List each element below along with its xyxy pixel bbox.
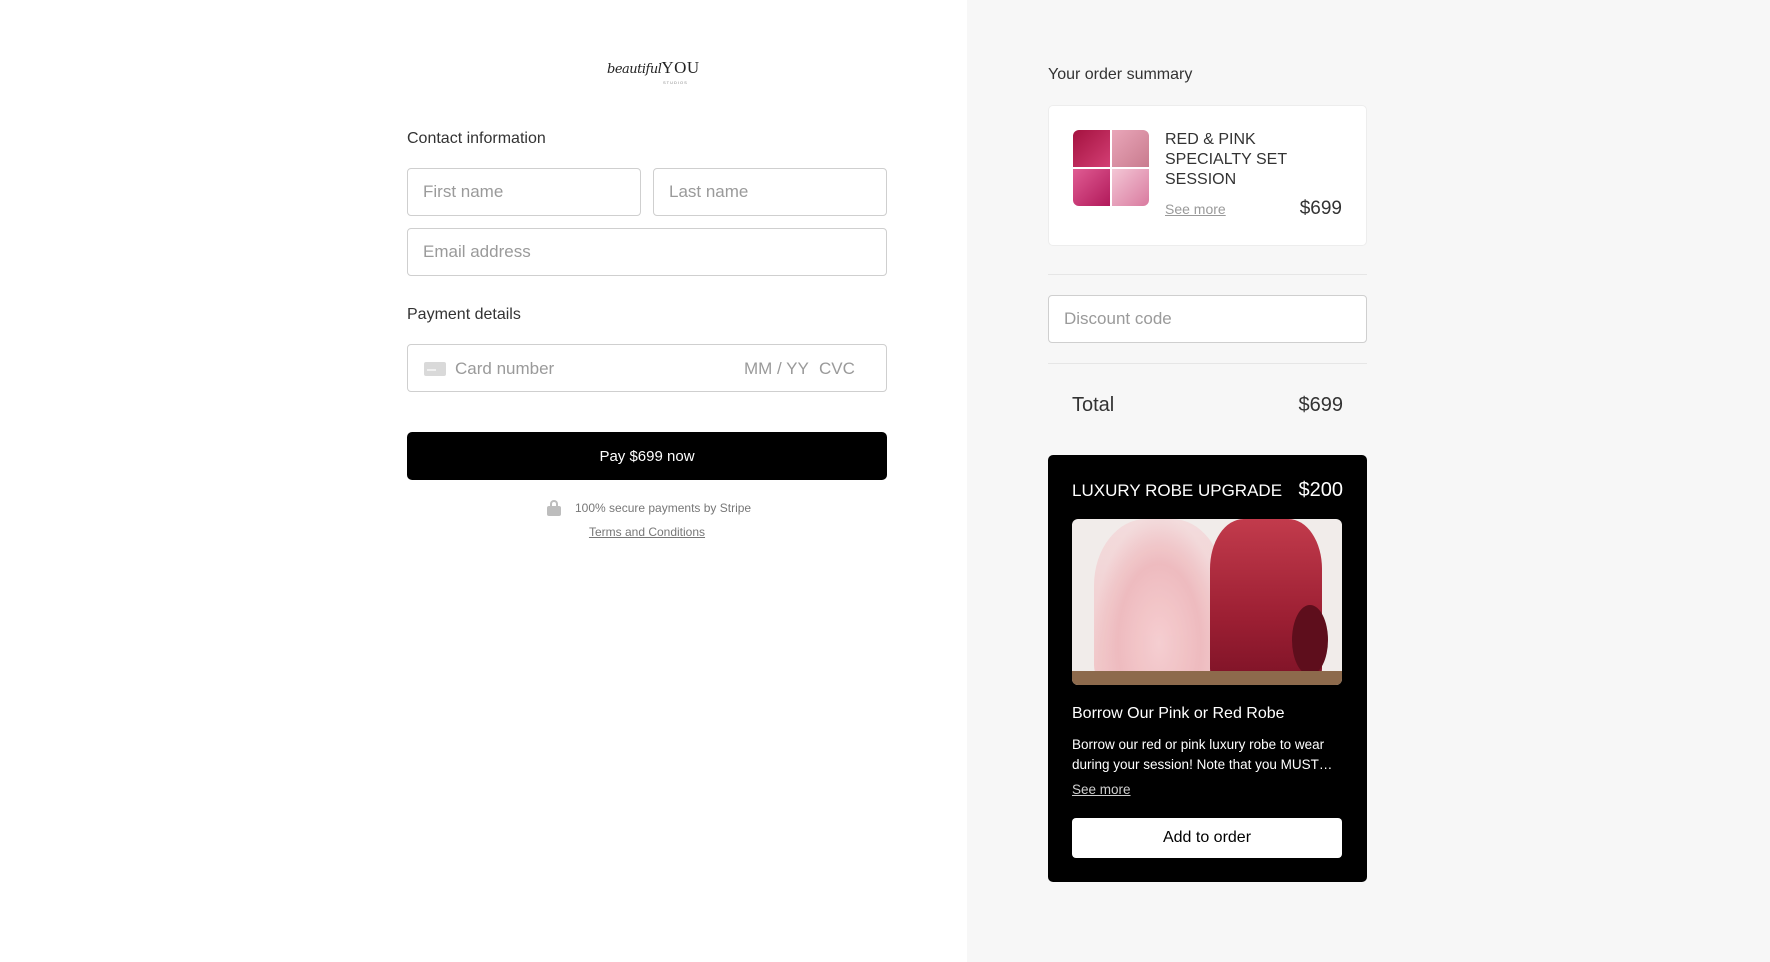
upsell-price: $200	[1298, 479, 1344, 501]
item-name: RED & PINK SPECIALTY SET SESSION	[1165, 131, 1287, 188]
upsell-description: Borrow our red or pink luxury robe to we…	[1072, 737, 1333, 772]
order-item-card: RED & PINK SPECIALTY SET SESSION See mor…	[1048, 105, 1367, 246]
total-value: $699	[1298, 394, 1344, 416]
add-to-order-button[interactable]: Add to order	[1072, 818, 1342, 858]
red-robe-shape	[1210, 519, 1328, 685]
logo-script-text: beautiful	[607, 62, 662, 77]
item-price: $699	[1299, 198, 1342, 219]
terms-and-conditions-link[interactable]: Terms and Conditions	[407, 525, 887, 539]
item-thumbnail	[1073, 130, 1149, 206]
upsell-see-more-link[interactable]: See more	[1072, 782, 1131, 797]
robe-image	[1072, 519, 1342, 685]
card-number-placeholder[interactable]: Card number	[455, 359, 554, 379]
logo-subtitle: STUDIOS	[663, 80, 688, 85]
email-input[interactable]	[407, 228, 887, 276]
order-summary-title: Your order summary	[1048, 66, 1193, 83]
lock-icon	[547, 500, 561, 516]
expiry-placeholder[interactable]: MM / YY	[744, 359, 809, 379]
pay-now-button[interactable]: Pay $699 now	[407, 432, 887, 480]
payment-details-label: Payment details	[407, 306, 521, 323]
last-name-input[interactable]	[653, 168, 887, 216]
divider	[1048, 363, 1367, 364]
upsell-title: LUXURY ROBE UPGRADE	[1072, 481, 1283, 500]
secure-payments-text: 100% secure payments by Stripe	[575, 501, 752, 515]
cvc-placeholder[interactable]: CVC	[819, 359, 855, 379]
logo-you-text: YOU	[661, 58, 700, 77]
credit-card-icon	[424, 362, 446, 376]
total-label: Total	[1072, 394, 1115, 416]
secure-payments-note: 100% secure payments by Stripe	[547, 499, 751, 517]
card-input-field[interactable]: Card number MM / YY CVC	[407, 344, 887, 392]
discount-code-input[interactable]	[1048, 295, 1367, 343]
upsell-card: LUXURY ROBE UPGRADE $200 Borrow Our Pink…	[1048, 455, 1367, 882]
upsell-subtitle: Borrow Our Pink or Red Robe	[1072, 705, 1285, 722]
divider	[1048, 274, 1367, 275]
brand-logo: beautifulYOU STUDIOS	[607, 58, 699, 90]
first-name-input[interactable]	[407, 168, 641, 216]
item-see-more-link[interactable]: See more	[1165, 201, 1226, 217]
contact-information-label: Contact information	[407, 130, 546, 147]
pink-robe-shape	[1094, 519, 1224, 685]
